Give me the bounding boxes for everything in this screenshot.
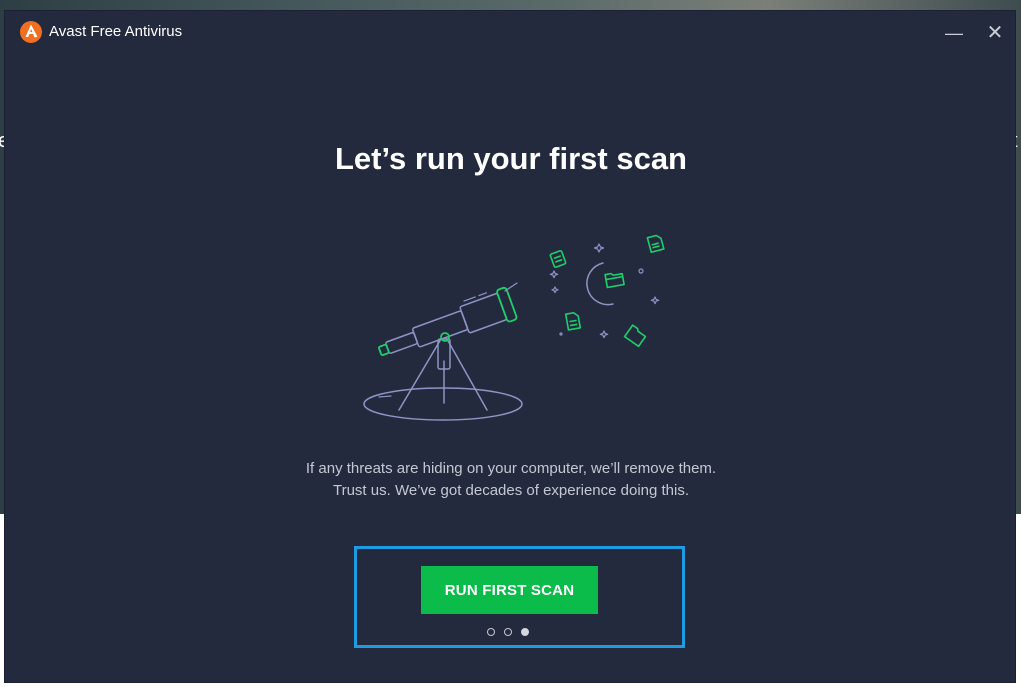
- minimize-icon: —: [945, 23, 963, 43]
- close-icon: ✕: [986, 22, 1004, 44]
- title-bar: Avast Free Antivirus — ✕: [5, 11, 1015, 53]
- minimize-button[interactable]: —: [940, 19, 968, 47]
- telescope-illustration: [355, 221, 675, 426]
- description-line-2: Trust us. We’ve got decades of experienc…: [332, 482, 690, 499]
- page-title: Let’s run your first scan: [335, 141, 687, 176]
- avast-logo-icon: [19, 20, 43, 44]
- close-button[interactable]: ✕: [981, 19, 1009, 47]
- page-dot-1[interactable]: [487, 628, 495, 636]
- description: If any threats are hiding on your comput…: [5, 458, 1017, 502]
- page-dot-3[interactable]: [521, 628, 529, 636]
- app-title: Avast Free Antivirus: [49, 23, 183, 40]
- pagination-dots: [487, 628, 547, 638]
- run-first-scan-button[interactable]: RUN FIRST SCAN: [421, 566, 598, 614]
- page-dot-2[interactable]: [504, 628, 512, 636]
- onboarding-dialog: Avast Free Antivirus — ✕ Let’s run your …: [4, 10, 1016, 683]
- description-line-1: If any threats are hiding on your comput…: [305, 460, 717, 477]
